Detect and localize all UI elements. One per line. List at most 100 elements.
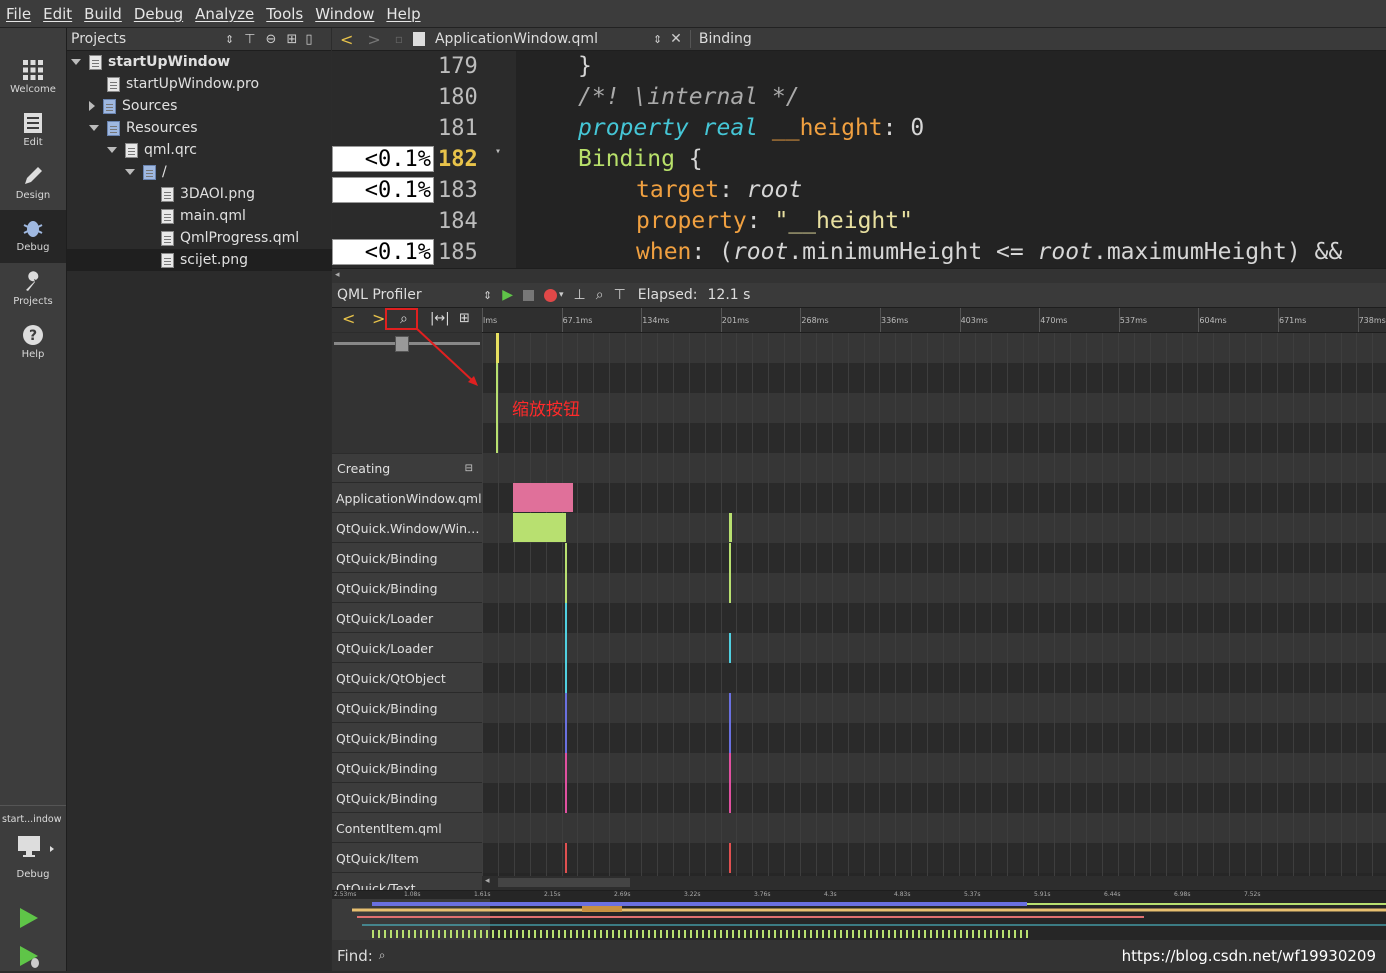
overview-bar xyxy=(456,930,458,938)
timeline-event[interactable] xyxy=(565,543,567,603)
timeline-event[interactable] xyxy=(729,543,731,603)
timeline-event[interactable] xyxy=(565,663,567,693)
timeline-scroll-thumb[interactable] xyxy=(498,878,630,887)
timeline-row-label[interactable]: QtQuick/Binding xyxy=(332,694,482,723)
forward-icon[interactable]: > xyxy=(367,30,380,49)
mode-projects[interactable]: Projects xyxy=(0,264,66,317)
menu-build[interactable]: Build xyxy=(78,5,128,23)
timeline-tracks[interactable] xyxy=(482,333,1386,876)
timeline-event[interactable] xyxy=(565,843,567,873)
split-icon[interactable]: ⊞ xyxy=(286,32,297,47)
chevron-down-icon[interactable] xyxy=(71,59,81,65)
run-button[interactable] xyxy=(18,907,40,933)
mode-edit[interactable]: Edit xyxy=(0,105,66,158)
chevron-down-icon[interactable] xyxy=(125,169,135,175)
open-file-name[interactable]: ApplicationWindow.qml xyxy=(435,31,653,47)
timeline-row-label[interactable]: QtQuick/Loader xyxy=(332,634,482,663)
chevron-down-icon[interactable]: ▾ xyxy=(559,290,564,300)
symbol-selector[interactable]: Binding xyxy=(699,31,752,47)
timeline-event[interactable] xyxy=(496,363,498,453)
timeline-event[interactable] xyxy=(565,693,567,753)
projects-title[interactable]: Projects xyxy=(71,31,221,47)
timeline-row-label[interactable]: QtQuick/Binding xyxy=(332,754,482,783)
start-profile-icon[interactable]: ▶ xyxy=(502,287,513,303)
link-icon[interactable]: ⊖ xyxy=(266,32,277,47)
tree-item[interactable]: Resources xyxy=(67,117,353,139)
mode-debug[interactable]: Debug xyxy=(0,210,66,263)
timeline-row-label[interactable]: QtQuick/Text xyxy=(332,874,482,890)
filter-icon[interactable]: ⊤ xyxy=(244,32,255,47)
menu-debug[interactable]: Debug xyxy=(128,5,189,23)
zoom-slider-handle[interactable] xyxy=(395,336,409,352)
timeline-row-label[interactable]: QtQuick/Binding xyxy=(332,784,482,813)
profiler-selector[interactable]: QML Profiler xyxy=(337,287,483,303)
chevron-down-icon[interactable] xyxy=(107,147,117,153)
timeline-row-label[interactable]: ApplicationWindow.qml xyxy=(332,484,482,513)
menu-edit[interactable]: Edit xyxy=(37,5,78,23)
grid-line xyxy=(1086,333,1087,876)
record-icon[interactable] xyxy=(544,288,557,302)
close-pane-icon[interactable]: ▯ xyxy=(305,32,312,47)
timeline-event[interactable] xyxy=(496,333,499,363)
timeline-row-label[interactable]: ContentItem.qml xyxy=(332,814,482,843)
grid-line xyxy=(911,333,912,876)
tree-item[interactable]: startUpWindow.pro xyxy=(67,73,353,95)
menu-analyze[interactable]: Analyze xyxy=(189,5,260,23)
chevron-down-icon[interactable] xyxy=(89,125,99,131)
timeline-event[interactable] xyxy=(729,753,731,813)
timeline-event[interactable] xyxy=(513,483,573,512)
timeline-row-label[interactable]: QtQuick/Binding xyxy=(332,724,482,753)
timeline-event[interactable] xyxy=(565,753,567,813)
fold-icon[interactable]: ▾ xyxy=(495,146,501,157)
close-file-icon[interactable]: ✕ xyxy=(670,31,682,47)
timeline-row-label[interactable]: QtQuick/Binding xyxy=(332,544,482,573)
updown-icon[interactable]: ⇕ xyxy=(225,33,234,46)
timeline-row-label[interactable]: QtQuick/Item xyxy=(332,844,482,873)
timeline-row-label[interactable]: QtQuick.Window/Wind… xyxy=(332,514,482,543)
overview-graph xyxy=(352,902,1386,938)
timeline-row-label[interactable]: QtQuick/Loader xyxy=(332,604,482,633)
menu-file[interactable]: File xyxy=(0,5,37,23)
overview-bar xyxy=(756,930,758,938)
mode-welcome[interactable]: Welcome xyxy=(0,52,66,105)
kit-selector[interactable] xyxy=(16,834,56,866)
menu-window[interactable]: Window xyxy=(309,5,380,23)
updown-icon[interactable]: ⇕ xyxy=(483,289,492,302)
filter-icon[interactable]: ⊤ xyxy=(614,287,626,303)
mode-design[interactable]: Design xyxy=(0,158,66,211)
timeline-row-label[interactable]: QtQuick/QtObject xyxy=(332,664,482,693)
prev-event-icon[interactable]: < xyxy=(342,309,355,328)
category-header[interactable]: Creating ⊟ xyxy=(332,454,482,483)
timeline-hscrollbar[interactable]: ◂ xyxy=(482,876,1386,890)
overview-timeline[interactable]: 2.53ms 1.08s 1.61s 2.15s 2.69s 3.22s 3.76s 4.3s… xyxy=(332,890,1386,941)
timeline-event[interactable] xyxy=(729,513,732,542)
chevron-right-icon[interactable] xyxy=(89,101,95,111)
editor-hscrollbar[interactable]: ◂ xyxy=(332,268,1386,283)
timeline-event[interactable] xyxy=(729,633,731,663)
timeline-event[interactable] xyxy=(729,693,731,753)
tree-item[interactable]: startUpWindow xyxy=(67,51,335,73)
timeline-event[interactable] xyxy=(729,843,731,873)
grid-icon xyxy=(23,60,43,80)
menu-tools[interactable]: Tools xyxy=(260,5,309,23)
clear-icon[interactable]: ⊥ xyxy=(574,287,586,303)
tree-item[interactable]: qml.qrc xyxy=(67,139,371,161)
timeline-event[interactable] xyxy=(565,603,567,663)
tree-item[interactable]: Sources xyxy=(67,95,353,117)
stop-icon[interactable] xyxy=(523,289,534,301)
debug-run-button[interactable] xyxy=(18,945,42,973)
overview-bar xyxy=(546,930,548,938)
grid-line xyxy=(1229,333,1230,876)
ruler-tick xyxy=(959,308,961,332)
menu-help[interactable]: Help xyxy=(380,5,426,23)
timeline-event[interactable] xyxy=(513,513,566,542)
back-icon[interactable]: < xyxy=(340,30,353,49)
next-event-icon[interactable]: > xyxy=(372,309,385,328)
timeline-row-label[interactable]: QtQuick/Binding xyxy=(332,574,482,603)
search-icon[interactable]: ⌕ xyxy=(596,287,604,303)
collapse-icon[interactable]: ⊟ xyxy=(465,454,473,482)
grid-line xyxy=(1245,333,1246,876)
mode-help[interactable]: ? Help xyxy=(0,317,66,370)
updown-icon[interactable]: ⇕ xyxy=(653,33,662,46)
code-area[interactable]: } /*! \internal */ property real __heigh… xyxy=(516,51,1386,268)
